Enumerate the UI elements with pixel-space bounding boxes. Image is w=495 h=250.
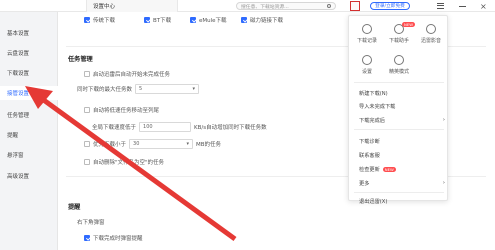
checkbox[interactable] (84, 71, 90, 77)
quick-elite[interactable]: 精英模式 (387, 55, 411, 83)
chevron-right-icon: › (442, 117, 445, 123)
checkbox[interactable] (241, 17, 247, 23)
quick-player[interactable]: 迅雷影音 (419, 24, 443, 52)
search-box[interactable]: 搜任意、下载站资源... (236, 2, 336, 10)
option-emule[interactable]: eMule下载 (190, 16, 227, 24)
new-badge: NEW (382, 166, 396, 172)
sidebar-item-takeover[interactable]: 接管设置 (0, 86, 58, 100)
reminder-section-title: 提醒 (68, 204, 81, 211)
menu-import[interactable]: 导入未完成下载 (359, 101, 445, 111)
auto-move-option[interactable]: 自动将低速任务移动至列尾 (84, 106, 159, 114)
moon-icon (394, 55, 404, 65)
task-section-title: 任务管理 (68, 56, 93, 63)
menu-exit[interactable]: 退出迅雷(X) (359, 196, 445, 206)
speed-input[interactable]: 100 (139, 122, 192, 132)
gear-icon (362, 55, 372, 65)
sidebar-item-reminder[interactable]: 提醒 (0, 128, 58, 142)
top-bar: 首页 设置中心 搜任意、下载站资源... 登录/立即免费 × (0, 0, 495, 12)
checkbox[interactable] (84, 159, 90, 165)
close-icon[interactable]: × (480, 2, 487, 11)
auto-delete-option[interactable]: 自动删除"文件名为空"的任务 (84, 158, 164, 166)
sidebar-item-task[interactable]: 任务管理 (0, 108, 58, 122)
checkbox[interactable] (144, 17, 150, 23)
max-tasks-row: 同时下载的最大任务数 5 ▾ (77, 84, 200, 94)
quick-assistant[interactable]: 下载助手 NEW (387, 22, 415, 52)
player-icon (426, 24, 436, 34)
checkbox[interactable] (84, 235, 90, 241)
sidebar: 基本设置 云盘设置 下载设置 接管设置 任务管理 提醒 悬浮窗 高级设置 (0, 12, 58, 250)
new-badge: NEW (402, 22, 415, 27)
checkbox[interactable] (84, 141, 90, 147)
menu-diagnose[interactable]: 下载诊断 (359, 136, 445, 146)
quick-history[interactable]: 下载记录 (355, 24, 379, 52)
sidebar-item-advanced[interactable]: 高级设置 (0, 169, 58, 183)
menu-contact[interactable]: 联系客服 (359, 150, 445, 160)
quick-settings[interactable]: 设置 (355, 55, 379, 83)
checkbox[interactable] (190, 17, 196, 23)
done-reminder-option[interactable]: 下载完成时弹窗提醒 (84, 234, 143, 242)
checkbox[interactable] (84, 107, 90, 113)
main-menu-dropdown: 下载记录 下载助手 NEW 迅雷影音 设置 精英模式 新建下载(N) 导入未完成下… (348, 15, 448, 205)
menu-update[interactable]: 检查更新 NEW (359, 164, 445, 174)
max-tasks-select[interactable]: 5 ▾ (135, 84, 200, 94)
login-button[interactable]: 登录/立即免费 (370, 2, 410, 10)
sidebar-item-floating[interactable]: 悬浮窗 (0, 148, 58, 162)
option-bt[interactable]: BT下载 (144, 16, 171, 24)
priority-select[interactable]: 30 ▾ (129, 139, 194, 149)
speed-row: 全局下载速度低于 100 KB/s自动增加同时下载任务数 (92, 122, 267, 132)
checkbox[interactable] (84, 17, 90, 23)
sidebar-item-cloud[interactable]: 云盘设置 (0, 46, 58, 60)
menu-icon[interactable] (437, 3, 444, 9)
history-icon (362, 24, 372, 34)
minimize-icon[interactable] (459, 6, 466, 7)
sidebar-item-download[interactable]: 下载设置 (0, 66, 58, 80)
option-http[interactable]: 传统下载 (84, 16, 115, 24)
sidebar-item-basic[interactable]: 基本设置 (0, 26, 58, 40)
gift-icon[interactable] (350, 1, 360, 11)
option-magnet[interactable]: 磁力链接下载 (241, 16, 283, 24)
auto-start-option[interactable]: 启动迅雷后自动开始未完成任务 (84, 70, 170, 78)
chevron-down-icon: ▾ (186, 141, 190, 147)
settings-tab[interactable]: 设置中心 (86, 0, 178, 12)
chevron-down-icon: ▾ (192, 86, 196, 92)
chevron-right-icon: › (442, 180, 445, 186)
menu-more[interactable]: 更多 › (359, 178, 445, 188)
menu-new-download[interactable]: 新建下载(N) (359, 88, 445, 98)
menu-after-download[interactable]: 下载完成后 › (359, 115, 445, 125)
search-icon[interactable] (327, 4, 331, 8)
reminder-sub: 右下角弹窗 (77, 220, 105, 226)
priority-row: 优先下载小于 30 ▾ MB的任务 (84, 139, 221, 149)
